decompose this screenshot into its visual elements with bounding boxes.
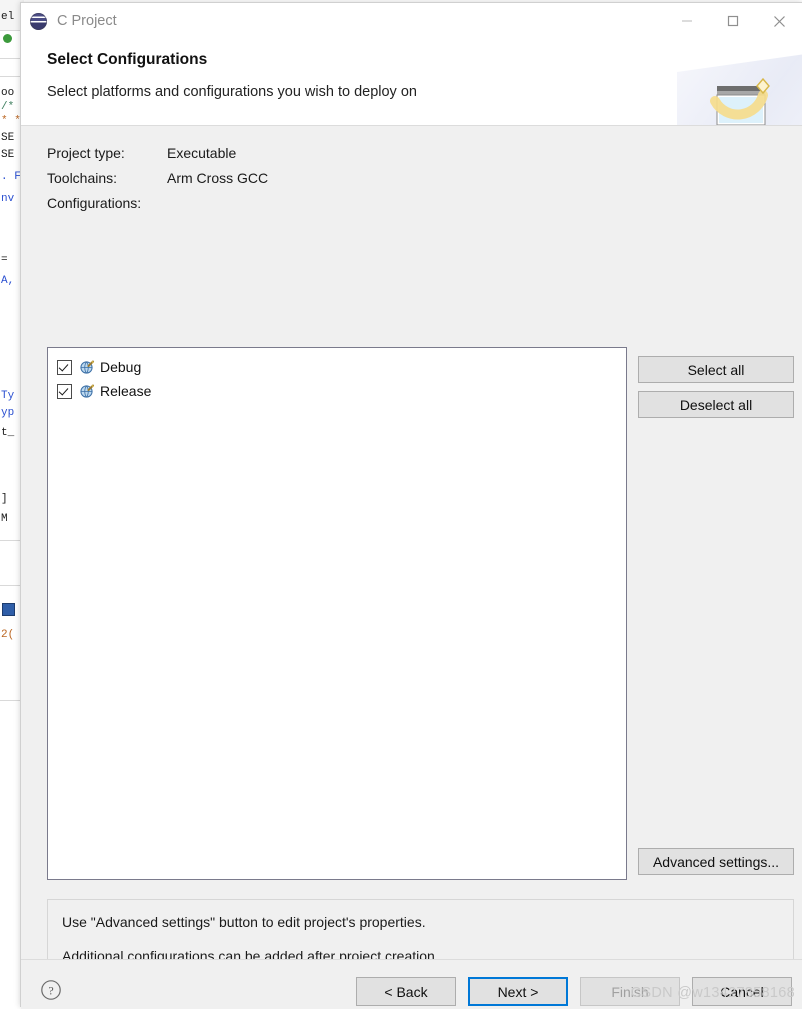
background-code-fragment: oo xyxy=(1,87,15,99)
background-code-fragment: 2( xyxy=(1,629,15,641)
background-code-fragment: yp xyxy=(1,407,15,419)
advanced-settings-button[interactable]: Advanced settings... xyxy=(638,848,794,875)
next-button[interactable]: Next > xyxy=(468,977,568,1006)
project-type-value: Executable xyxy=(167,144,237,161)
background-code-fragment: M xyxy=(1,513,8,525)
background-code-fragment: t_ xyxy=(1,427,15,439)
toolchains-row: Toolchains: Arm Cross GCC xyxy=(47,165,268,190)
c-project-dialog: C Project Select Configurations Select p… xyxy=(20,2,802,1009)
svg-text:?: ? xyxy=(48,984,53,998)
config-globe-tool-icon xyxy=(79,383,95,399)
project-info: Project type: Executable Toolchains: Arm… xyxy=(47,140,268,215)
project-type-label: Project type: xyxy=(47,144,125,161)
dialog-title: C Project xyxy=(57,13,117,29)
maximize-icon[interactable] xyxy=(710,3,756,39)
background-code-fragment: /* xyxy=(1,101,15,113)
project-type-row: Project type: Executable xyxy=(47,140,268,165)
config-globe-tool-icon xyxy=(79,359,95,375)
background-code-fragment: el xyxy=(1,11,15,23)
background-code-fragment: = xyxy=(1,254,8,266)
minimize-icon[interactable] xyxy=(664,3,710,39)
checkbox-debug[interactable] xyxy=(57,359,72,375)
help-question-icon[interactable]: ? xyxy=(40,979,62,1001)
list-item-label: Debug xyxy=(100,359,142,375)
configurations-row: Configurations: xyxy=(47,190,268,215)
dialog-titlebar: C Project xyxy=(21,3,802,39)
dialog-footer: ? < Back Next > Finish Cancel xyxy=(21,959,802,1009)
dialog-body: Project type: Executable Toolchains: Arm… xyxy=(21,126,802,995)
select-all-button[interactable]: Select all xyxy=(638,356,794,383)
checkbox-release[interactable] xyxy=(57,383,72,399)
back-button[interactable]: < Back xyxy=(356,977,456,1006)
wizard-header: Select Configurations Select platforms a… xyxy=(21,39,802,126)
window-controls xyxy=(664,3,802,39)
background-code-fragment: SE xyxy=(1,149,15,161)
deselect-all-button[interactable]: Deselect all xyxy=(638,391,794,418)
message-line-1: Use "Advanced settings" button to edit p… xyxy=(62,914,426,930)
eclipse-sphere-icon xyxy=(30,12,47,30)
page-title: Select Configurations xyxy=(47,51,208,68)
background-code-fragment: A, xyxy=(1,275,15,287)
toolchains-value: Arm Cross GCC xyxy=(167,169,269,186)
background-code-fragment: Ty xyxy=(1,390,15,402)
list-item[interactable]: Debug xyxy=(48,355,626,379)
configurations-label: Configurations: xyxy=(47,194,142,211)
screen: el oo /* * * SE SE . F nv = A, Ty yp t_ … xyxy=(0,0,802,1009)
close-icon[interactable] xyxy=(756,3,802,39)
background-code-fragment: * * xyxy=(1,115,21,127)
list-item-label: Release xyxy=(100,383,152,399)
background-outline-icon xyxy=(3,34,12,43)
configurations-list[interactable]: Debug Release xyxy=(47,347,627,880)
toolchains-label: Toolchains: xyxy=(47,169,118,186)
background-code-fragment: SE xyxy=(1,132,15,144)
background-console-icon xyxy=(2,603,15,616)
page-subtitle: Select platforms and configurations you … xyxy=(47,84,417,100)
background-code-fragment: nv xyxy=(1,193,15,205)
window-sparkle-banner-icon xyxy=(677,39,802,125)
watermark: CSDN @w13427858168 xyxy=(630,985,795,1001)
background-code-fragment: ] xyxy=(1,493,8,505)
list-item[interactable]: Release xyxy=(48,379,626,403)
background-code-fragment: . F xyxy=(1,171,21,183)
